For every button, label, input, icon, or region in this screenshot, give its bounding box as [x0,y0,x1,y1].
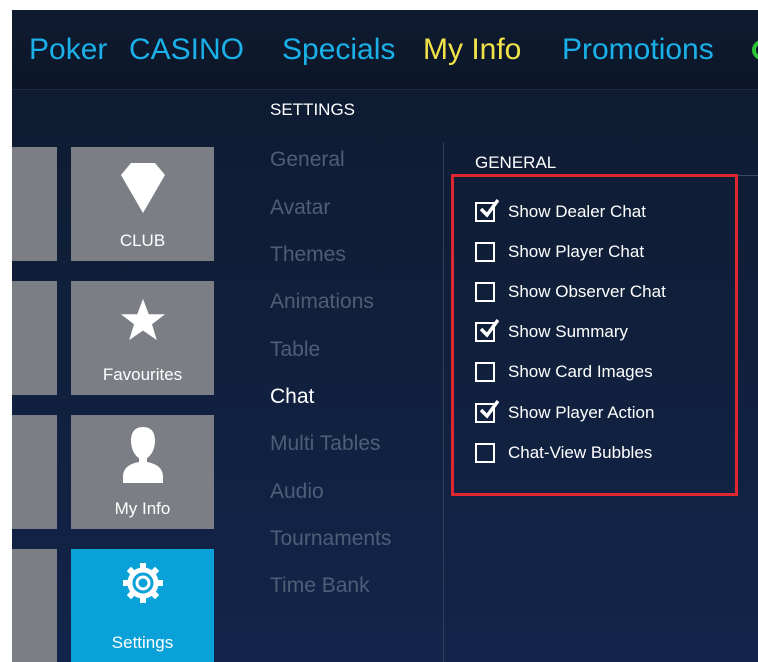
nav-promotions[interactable]: Promotions [562,32,714,68]
tile-partial-label: s [12,231,57,251]
menu-tournaments[interactable]: Tournaments [270,527,391,551]
menu-time-bank[interactable]: Time Bank [270,574,370,598]
menu-chat[interactable]: Chat [270,385,314,409]
option-show-dealer-chat[interactable]: Show Dealer Chat [475,198,646,223]
checkbox[interactable] [475,362,495,382]
option-label: Show Player Chat [508,242,645,261]
tile-partial-3[interactable] [12,415,57,529]
tile-my-info[interactable]: My Info [71,415,214,529]
tile-my-info-label: My Info [114,499,171,518]
top-nav: Poker CASINO Specials My Info Promotions [12,10,758,90]
tile-partial-1[interactable]: s [12,147,57,261]
option-chat-view-bubbles[interactable]: Chat-View Bubbles [475,442,652,464]
checkmark-icon [479,399,499,419]
menu-themes[interactable]: Themes [270,243,346,267]
option-show-card-images[interactable]: Show Card Images [475,361,653,383]
option-label: Show Player Action [508,403,655,422]
option-label: Show Observer Chat [508,282,666,301]
tile-club-label: CLUB [119,231,166,250]
settings-header: SETTINGS [270,100,356,119]
tile-settings-label: Settings [111,633,174,652]
tile-partial-2[interactable] [12,281,57,395]
checkbox[interactable] [475,443,495,463]
checkbox[interactable] [475,282,495,302]
menu-divider [443,142,444,662]
partial-nav-icon[interactable] [752,40,758,60]
option-show-summary[interactable]: Show Summary [475,318,628,343]
tile-partial-label: eys [12,633,57,653]
gear-icon [122,563,163,608]
checkmark-icon [479,318,499,338]
option-show-player-chat[interactable]: Show Player Chat [475,241,644,263]
person-icon [120,427,166,488]
tile-favourites[interactable]: Favourites [71,281,214,395]
nav-casino[interactable]: CASINO [129,32,244,68]
checkmark-icon [479,198,499,218]
nav-specials[interactable]: Specials [282,32,395,68]
option-label: Show Card Images [508,362,653,381]
app-window: Poker CASINO Specials My Info Promotions… [12,10,758,662]
tile-favourites-label: Favourites [102,365,183,384]
nav-poker[interactable]: Poker [29,32,107,68]
checkbox[interactable] [475,242,495,262]
diamond-icon [120,163,165,218]
menu-table[interactable]: Table [270,338,320,362]
tile-settings[interactable]: Settings [71,549,214,662]
menu-animations[interactable]: Animations [270,290,374,314]
checkbox[interactable] [475,318,499,342]
star-icon [120,297,166,348]
option-show-observer-chat[interactable]: Show Observer Chat [475,281,666,303]
tile-partial-4[interactable]: eys [12,549,57,662]
menu-general[interactable]: General [270,148,345,172]
option-label: Chat-View Bubbles [508,443,653,462]
checkbox[interactable] [475,399,499,423]
option-label: Show Summary [508,322,628,341]
tile-club[interactable]: CLUB [71,147,214,261]
menu-audio[interactable]: Audio [270,480,324,504]
menu-multi-tables[interactable]: Multi Tables [270,432,381,456]
option-label: Show Dealer Chat [508,202,646,221]
checkbox[interactable] [475,198,499,222]
panel-title: GENERAL [475,153,557,172]
nav-my-info[interactable]: My Info [423,32,521,68]
option-show-player-action[interactable]: Show Player Action [475,399,655,424]
menu-avatar[interactable]: Avatar [270,196,330,220]
